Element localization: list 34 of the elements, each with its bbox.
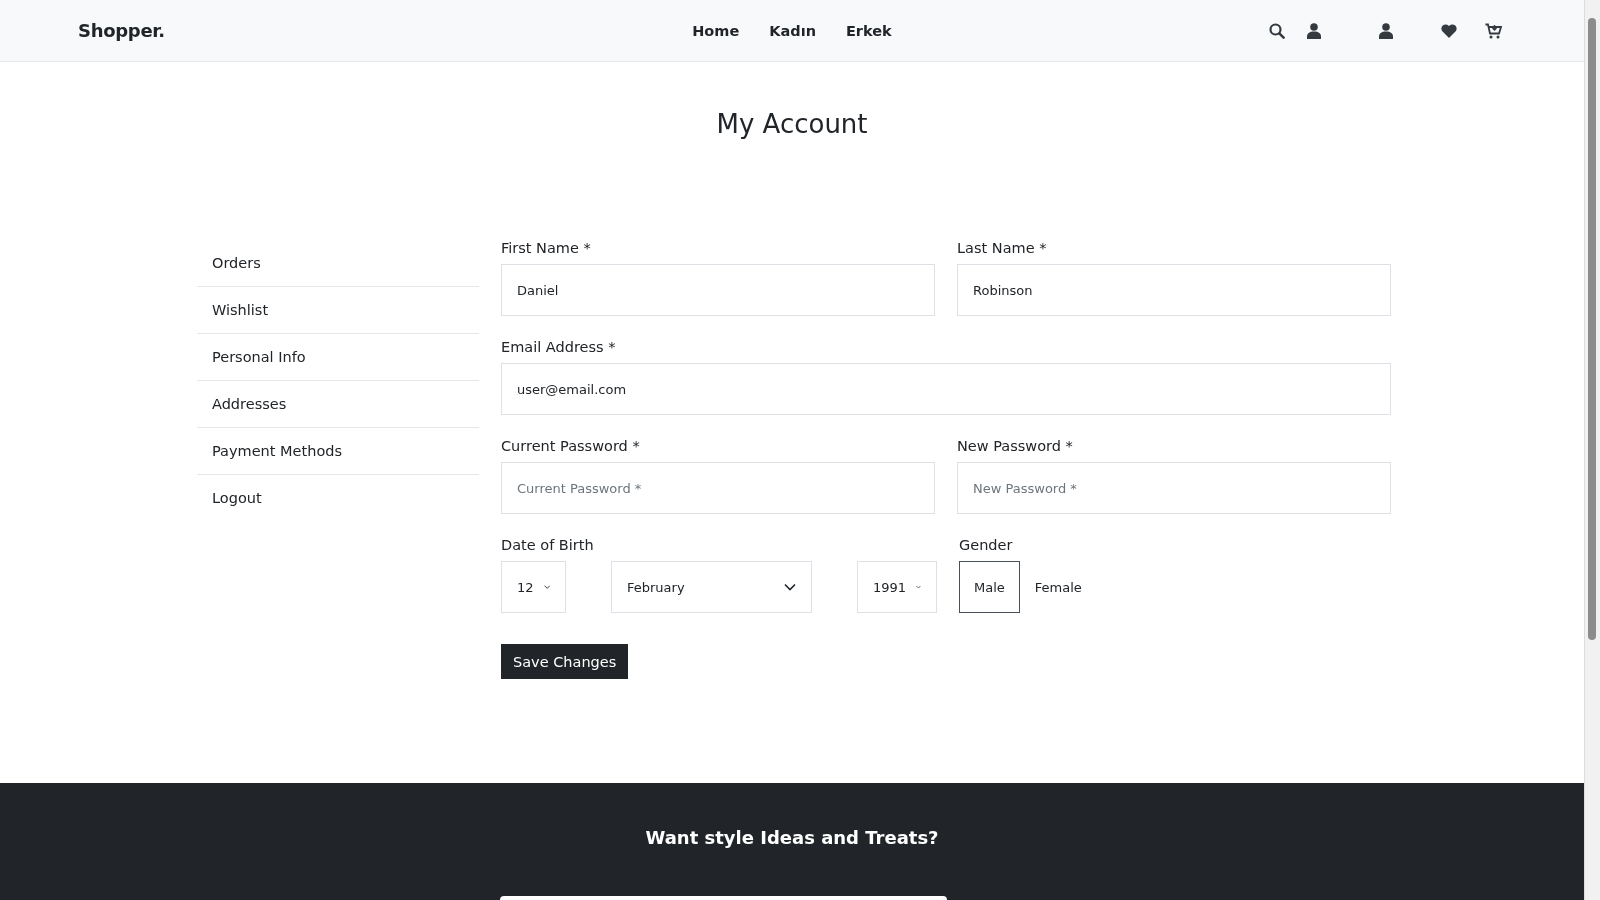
sidebar-item[interactable]: Wishlist: [197, 287, 479, 334]
email-input[interactable]: user@email.com: [501, 363, 1391, 415]
new-password-input[interactable]: New Password *: [957, 462, 1391, 514]
year-select[interactable]: 1991: [857, 561, 937, 613]
field-label: Last Name *: [957, 240, 1048, 256]
month-select[interactable]: February: [611, 561, 812, 613]
gender-option[interactable]: Male: [959, 561, 1020, 613]
logo[interactable]: Shopper.: [78, 20, 165, 41]
current-password-input[interactable]: Current Password *: [501, 462, 935, 514]
last-name-input[interactable]: Robinson: [957, 264, 1391, 316]
field-label: Current Password *: [501, 438, 641, 454]
footer-heading: Want style Ideas and Treats?: [645, 827, 939, 848]
field-label: New Password *: [957, 438, 1074, 454]
nav-link[interactable]: Kadın: [765, 18, 820, 43]
gender-option[interactable]: Female: [1019, 561, 1097, 613]
chevron-down-icon: [916, 583, 921, 591]
sidebar-item[interactable]: Personal Info: [197, 334, 479, 381]
field-label: First Name *: [501, 240, 592, 256]
field-label: Email Address *: [501, 339, 617, 355]
field-label: Gender: [959, 537, 1014, 553]
scrollbar[interactable]: [1584, 0, 1600, 900]
chevron-down-icon: [784, 583, 796, 591]
page-title: My Account: [715, 108, 869, 141]
first-name-input[interactable]: Daniel: [501, 264, 935, 316]
chevron-down-icon: [543, 583, 550, 591]
sidebar-item[interactable]: Addresses: [197, 381, 479, 428]
day-select[interactable]: 12: [501, 561, 566, 613]
field-label: Date of Birth: [501, 537, 595, 553]
sidebar-item[interactable]: Payment Methods: [197, 428, 479, 475]
nav-link[interactable]: Erkek: [841, 18, 896, 43]
sidebar-item[interactable]: Orders: [197, 240, 479, 287]
save-button[interactable]: Save Changes: [501, 644, 629, 679]
nav-link[interactable]: Home: [688, 18, 744, 43]
sidebar-item[interactable]: Logout: [197, 475, 479, 521]
